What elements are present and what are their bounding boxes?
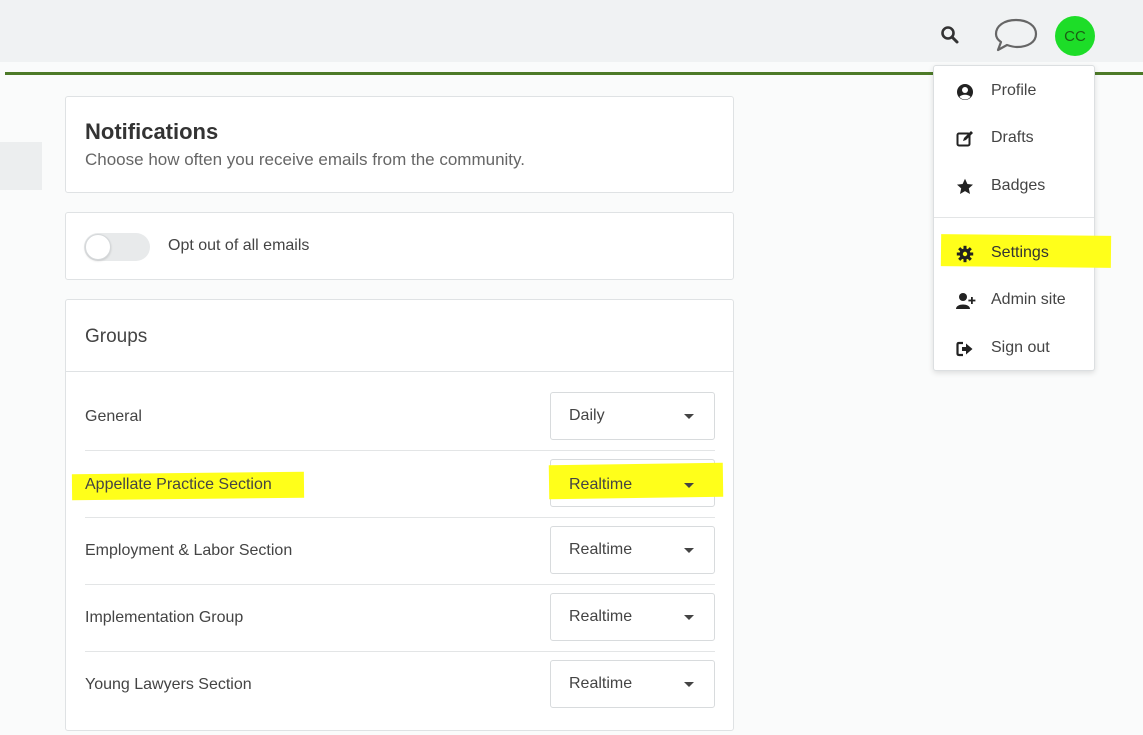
frequency-select[interactable]: Daily <box>550 392 715 440</box>
menu-item-sign-out[interactable]: Sign out <box>934 328 1094 368</box>
menu-label: Badges <box>991 177 1046 194</box>
avatar[interactable]: CC <box>1055 16 1095 56</box>
group-name: Employment & Labor Section <box>85 542 293 559</box>
frequency-value: Realtime <box>569 608 633 625</box>
menu-label: Sign out <box>991 339 1050 356</box>
menu-label: Admin site <box>991 291 1066 308</box>
menu-divider <box>934 217 1094 218</box>
toggle-knob <box>85 234 111 260</box>
optout-toggle[interactable] <box>84 233 150 261</box>
group-row-general: General Daily <box>85 384 715 451</box>
caret-down-icon <box>684 548 694 553</box>
edit-icon <box>956 131 973 147</box>
menu-label: Settings <box>991 244 1049 261</box>
caret-down-icon <box>684 615 694 620</box>
frequency-select[interactable]: Realtime <box>548 459 724 507</box>
group-name: Young Lawyers Section <box>85 676 252 693</box>
menu-label: Profile <box>991 82 1037 99</box>
divider <box>66 371 733 372</box>
user-circle-icon <box>957 84 973 100</box>
page-subtitle: Choose how often you receive emails from… <box>85 150 525 169</box>
menu-item-badges[interactable]: Badges <box>934 166 1094 206</box>
optout-card: Opt out of all emails <box>65 212 734 280</box>
frequency-value: Realtime <box>569 476 633 493</box>
frequency-value: Realtime <box>569 675 633 692</box>
group-row-young-lawyers: Young Lawyers Section Realtime <box>85 652 715 719</box>
group-row-employment: Employment & Labor Section Realtime <box>85 518 715 585</box>
user-plus-icon <box>956 293 976 309</box>
menu-item-drafts[interactable]: Drafts <box>934 118 1094 158</box>
group-name: Appellate Practice Section <box>85 476 272 493</box>
gear-icon <box>956 245 974 263</box>
group-row-appellate: Appellate Practice Section Realtime <box>71 451 724 518</box>
sign-out-icon <box>956 341 973 357</box>
frequency-value: Realtime <box>569 541 633 558</box>
frequency-select[interactable]: Realtime <box>550 526 715 574</box>
frequency-value: Daily <box>569 407 605 424</box>
page-title: Notifications <box>85 119 219 144</box>
menu-item-profile[interactable]: Profile <box>934 71 1094 111</box>
group-name: Implementation Group <box>85 609 244 626</box>
sidebar-stub <box>0 142 42 190</box>
group-row-implementation: Implementation Group Realtime <box>85 585 715 652</box>
caret-down-icon <box>684 682 694 687</box>
menu-label: Drafts <box>991 129 1034 146</box>
search-icon[interactable] <box>940 25 960 45</box>
optout-label: Opt out of all emails <box>168 237 310 254</box>
notifications-card: Notifications Choose how often you recei… <box>65 96 734 193</box>
groups-title: Groups <box>85 326 148 347</box>
top-bar <box>0 0 1143 62</box>
menu-item-settings[interactable]: Settings <box>934 233 1112 273</box>
frequency-select[interactable]: Realtime <box>550 660 715 708</box>
group-name: General <box>85 408 142 425</box>
user-menu: Profile Drafts Badges Settings Admin sit… <box>933 65 1112 371</box>
caret-down-icon <box>684 414 694 419</box>
frequency-select[interactable]: Realtime <box>550 593 715 641</box>
menu-item-admin-site[interactable]: Admin site <box>934 280 1094 320</box>
groups-card: Groups General Daily Appellate Practice … <box>65 299 734 731</box>
star-icon <box>957 178 973 194</box>
chat-bubble-icon[interactable] <box>993 16 1039 54</box>
caret-down-icon <box>684 483 694 488</box>
